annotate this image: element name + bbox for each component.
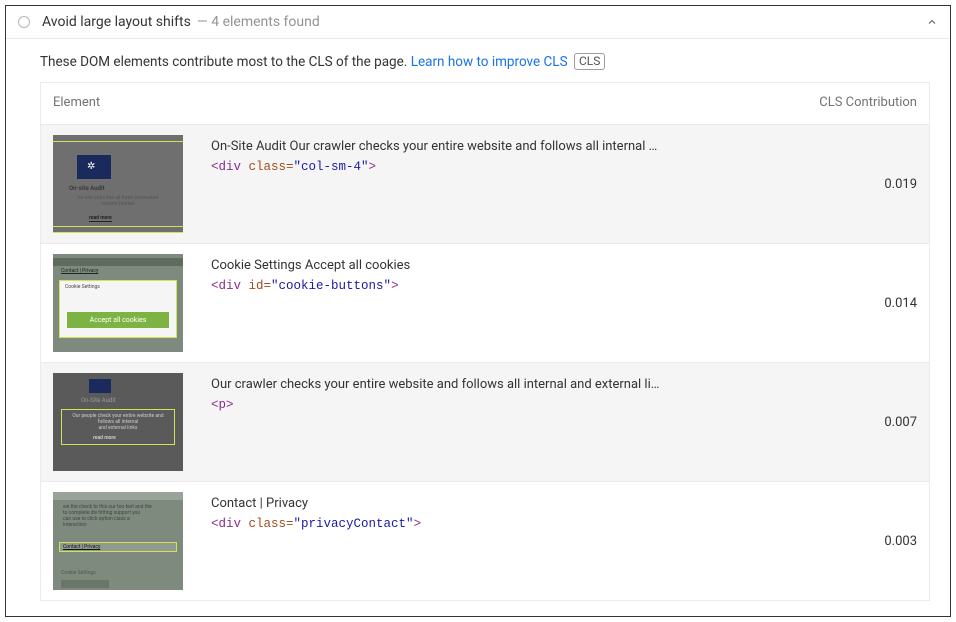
element-details: On-Site Audit Our crawler checks your en… xyxy=(211,135,837,174)
cls-score: 0.014 xyxy=(837,296,917,311)
table-row[interactable]: we the check to this our too text and th… xyxy=(41,482,929,601)
element-text: On-Site Audit Our crawler checks your en… xyxy=(211,139,837,154)
element-selector: <div id="cookie-buttons"> xyxy=(211,279,837,293)
element-selector: <div class="col-sm-4"> xyxy=(211,160,837,174)
element-text: Cookie Settings Accept all cookies xyxy=(211,258,837,273)
cls-score: 0.003 xyxy=(837,534,917,549)
element-text: Contact | Privacy xyxy=(211,496,837,511)
element-details: Cookie Settings Accept all cookies <div … xyxy=(211,254,837,293)
table-row[interactable]: ✲ On-site Audit no one sites line all th… xyxy=(41,125,929,244)
element-thumbnail: On-Site Audit Our people check your enti… xyxy=(53,373,183,471)
element-text: Our crawler checks your entire website a… xyxy=(211,377,837,392)
col-contribution: CLS Contribution xyxy=(787,95,917,110)
cls-score: 0.019 xyxy=(837,177,917,192)
table-row[interactable]: On-Site Audit Our people check your enti… xyxy=(41,363,929,482)
col-element: Element xyxy=(53,95,787,110)
table-header: Element CLS Contribution xyxy=(41,83,929,125)
audit-header[interactable]: Avoid large layout shifts — 4 elements f… xyxy=(6,6,950,39)
element-thumbnail: we the check to this our too text and th… xyxy=(53,492,183,590)
audit-panel: Avoid large layout shifts — 4 elements f… xyxy=(5,5,951,617)
status-circle-icon xyxy=(18,16,30,28)
elements-table: Element CLS Contribution ✲ On-site Audit… xyxy=(40,82,930,601)
audit-subtitle: — 4 elements found xyxy=(197,14,320,30)
cls-score: 0.007 xyxy=(837,415,917,430)
element-thumbnail: ✲ On-site Audit no one sites line all th… xyxy=(53,135,183,233)
cls-badge: CLS xyxy=(574,53,605,70)
audit-description: These DOM elements contribute most to th… xyxy=(6,39,950,82)
element-selector: <div class="privacyContact"> xyxy=(211,517,837,531)
learn-more-link[interactable]: Learn how to improve CLS xyxy=(411,54,568,70)
element-selector: <p> xyxy=(211,398,837,412)
element-details: Contact | Privacy <div class="privacyCon… xyxy=(211,492,837,531)
chevron-up-icon[interactable] xyxy=(926,16,936,26)
element-thumbnail: Contact | Privacy Cookie Settings Accept… xyxy=(53,254,183,352)
table-row[interactable]: Contact | Privacy Cookie Settings Accept… xyxy=(41,244,929,363)
audit-title: Avoid large layout shifts xyxy=(42,14,191,30)
description-text: These DOM elements contribute most to th… xyxy=(40,54,411,70)
element-details: Our crawler checks your entire website a… xyxy=(211,373,837,412)
